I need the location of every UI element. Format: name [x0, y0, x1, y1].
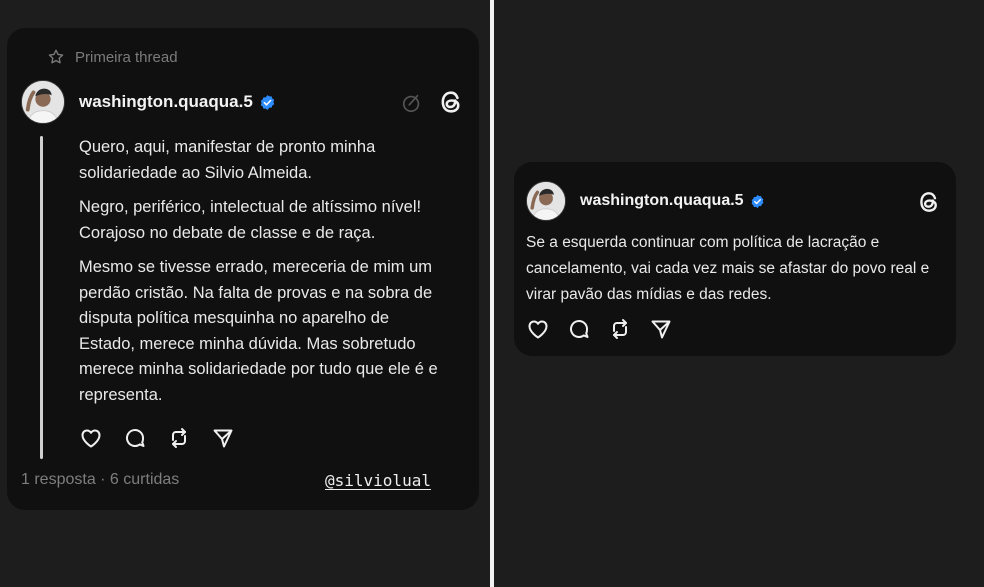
avatar[interactable]	[21, 80, 65, 124]
thread-post-card: washington.quaqua.5 Se a esquerda contin…	[514, 162, 956, 356]
thread-line	[40, 136, 43, 459]
right-screenshot-panel: washington.quaqua.5 Se a esquerda contin…	[494, 0, 984, 587]
post-paragraph: Mesmo se tivesse errado, mereceria de mi…	[79, 258, 438, 404]
edit-circle-icon[interactable]	[401, 92, 423, 114]
post-body: Quero, aqui, manifestar de pronto minha …	[79, 135, 439, 417]
post-author[interactable]: washington.quaqua.5	[79, 92, 276, 112]
threads-logo-icon[interactable]	[437, 88, 465, 116]
comment-icon[interactable]	[567, 317, 591, 341]
avatar[interactable]	[526, 181, 566, 221]
username[interactable]: washington.quaqua.5	[79, 92, 253, 112]
repost-icon[interactable]	[167, 426, 191, 450]
share-icon[interactable]	[649, 317, 673, 341]
star-icon	[48, 49, 64, 64]
verified-badge-icon	[260, 94, 274, 110]
post-paragraph: Negro, periférico, intelectual de altíss…	[79, 198, 422, 242]
pinned-label: Primeira thread	[75, 48, 178, 66]
pinned-row: Primeira thread	[47, 48, 178, 66]
post-stats[interactable]: 1 resposta · 6 curtidas	[21, 471, 179, 489]
post-author[interactable]: washington.quaqua.5	[580, 192, 765, 210]
repost-icon[interactable]	[608, 317, 632, 341]
username[interactable]: washington.quaqua.5	[580, 192, 744, 210]
post-actions	[79, 426, 235, 450]
thread-post-card: Primeira thread washington.quaqua.5 Quer…	[7, 28, 479, 510]
post-body: Se a esquerda continuar com política de …	[526, 230, 936, 317]
post-paragraph: Se a esquerda continuar com política de …	[526, 234, 930, 303]
heart-icon[interactable]	[79, 426, 103, 450]
verified-badge-icon	[751, 194, 763, 208]
left-screenshot-panel: Primeira thread washington.quaqua.5 Quer…	[0, 0, 490, 587]
watermark-handle: @silviolual	[325, 471, 431, 490]
heart-icon[interactable]	[526, 317, 550, 341]
comment-icon[interactable]	[123, 426, 147, 450]
threads-logo-icon[interactable]	[916, 189, 942, 215]
share-icon[interactable]	[211, 426, 235, 450]
post-paragraph: Quero, aqui, manifestar de pronto minha …	[79, 138, 376, 182]
post-actions	[526, 317, 673, 341]
